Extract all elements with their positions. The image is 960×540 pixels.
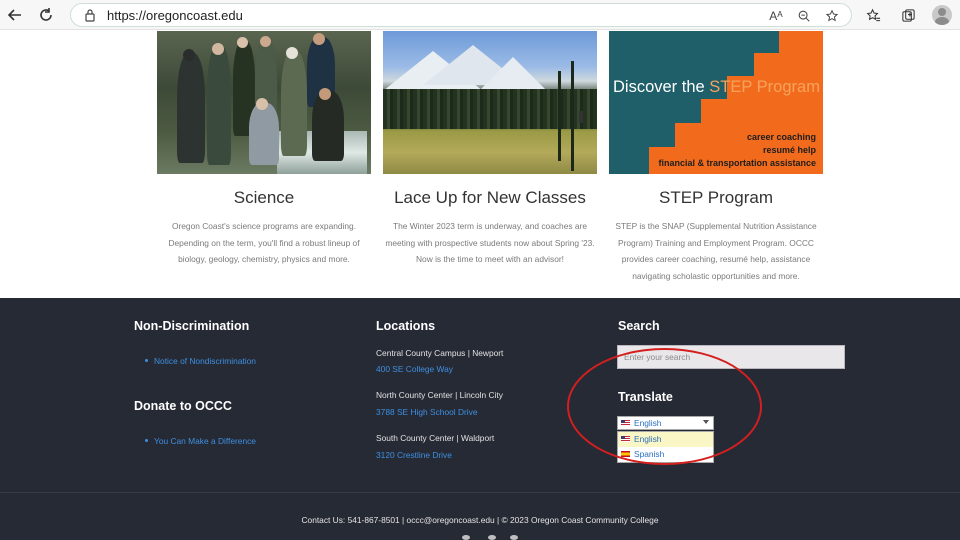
card-description: The Winter 2023 term is underway, and co…: [385, 221, 595, 264]
lock-icon[interactable]: [83, 8, 97, 22]
location-name: South County Center | Waldport: [376, 433, 495, 443]
collections-icon[interactable]: [897, 4, 919, 26]
profile-icon[interactable]: [932, 5, 952, 25]
donate-heading: Donate to OCCC: [134, 399, 232, 413]
back-arrow-icon[interactable]: [3, 3, 27, 27]
card-description: Oregon Coast's science programs are expa…: [168, 221, 360, 264]
card-step-program: Discover the STEP Program career coachin…: [609, 31, 823, 281]
bullet-icon: [145, 359, 148, 362]
favorites-icon[interactable]: [862, 4, 884, 26]
donate-link[interactable]: You Can Make a Difference: [154, 436, 256, 446]
location-address-link[interactable]: 3120 Crestline Drive: [376, 450, 452, 460]
step-image-title: Discover the STEP Program: [613, 78, 820, 96]
site-footer: [0, 298, 960, 540]
search-heading: Search: [618, 319, 660, 333]
copyright-text: Contact Us: 541-867-8501 | occc@oregonco…: [301, 515, 659, 525]
address-bar[interactable]: https://oregoncoast.edu Aᴬ: [70, 3, 852, 27]
science-students-image: [157, 31, 371, 174]
meadow-hiking-image: [383, 31, 597, 174]
card-description: STEP is the SNAP (Supplemental Nutrition…: [615, 221, 817, 281]
card-title[interactable]: Science: [157, 188, 371, 208]
card-title[interactable]: STEP Program: [609, 188, 823, 208]
step-image-services: career coaching resumé help financial & …: [658, 132, 816, 168]
location-name: Central County Campus | Newport: [376, 348, 504, 358]
step-program-image: Discover the STEP Program career coachin…: [609, 31, 823, 174]
facebook-icon[interactable]: [462, 535, 470, 540]
read-aloud-icon[interactable]: Aᴬ: [768, 8, 784, 24]
nondiscrimination-link[interactable]: Notice of Nondiscrimination: [154, 356, 256, 366]
location-address-link[interactable]: 3788 SE High School Drive: [376, 407, 478, 417]
url-text[interactable]: https://oregoncoast.edu: [107, 8, 243, 23]
location-name: North County Center | Lincoln City: [376, 390, 503, 400]
zoom-icon[interactable]: [796, 8, 812, 24]
footer-divider: [0, 492, 960, 493]
card-science: Science Oregon Coast's science programs …: [157, 31, 371, 264]
card-title[interactable]: Lace Up for New Classes: [383, 188, 597, 208]
locations-heading: Locations: [376, 319, 436, 333]
twitter-icon[interactable]: [488, 535, 496, 540]
browser-toolbar: https://oregoncoast.edu Aᴬ: [0, 0, 960, 30]
highlight-circle: [567, 348, 762, 465]
non-discrimination-heading: Non-Discrimination: [134, 319, 250, 333]
refresh-icon[interactable]: [34, 3, 58, 27]
favorite-add-icon[interactable]: [824, 8, 840, 24]
instagram-icon[interactable]: [510, 535, 518, 540]
location-address-link[interactable]: 400 SE College Way: [376, 364, 453, 374]
card-lace-up: Lace Up for New Classes The Winter 2023 …: [383, 31, 597, 264]
bullet-icon: [145, 439, 148, 442]
